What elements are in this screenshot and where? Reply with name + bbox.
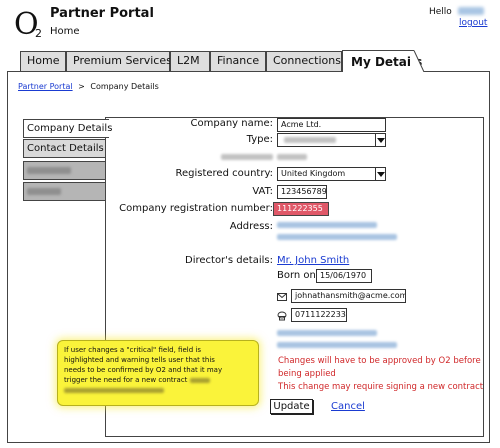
- chevron-down-icon: [375, 168, 385, 180]
- breadcrumb-separator: >: [78, 82, 85, 91]
- logo-subscript: 2: [35, 27, 42, 40]
- breadcrumb-current: Company Details: [90, 82, 159, 91]
- vat-input[interactable]: 123456789: [277, 185, 327, 199]
- phone-input[interactable]: 0711122233: [291, 308, 347, 322]
- cancel-link[interactable]: Cancel: [331, 401, 365, 412]
- breadcrumb-root-link[interactable]: Partner Portal: [18, 82, 73, 91]
- approval-warning: Changes will have to be approved by O2 b…: [278, 355, 483, 394]
- tab-l2m[interactable]: L2M: [170, 51, 210, 71]
- phone-icon: [277, 311, 287, 321]
- address-line-2-redacted: [277, 234, 397, 240]
- approval-warning-line-1: Changes will have to be approved by O2 b…: [278, 356, 481, 366]
- active-tab-slant: [411, 50, 425, 72]
- contract-warning: This change may require signing a new co…: [278, 382, 484, 392]
- annotation-line-4: trigger the need for a new contract: [64, 375, 252, 385]
- directors-details-label: Director's details:: [185, 255, 273, 266]
- approval-warning-line-2: being applied: [278, 369, 336, 379]
- born-on-label: Born on: [277, 270, 316, 281]
- annotation-line-1: If user changes a "critical" field, fiel…: [64, 346, 201, 354]
- company-registration-input[interactable]: 111222355: [273, 202, 329, 216]
- annotation-line-3: needs to be confirmed by O2 and that it …: [64, 366, 223, 374]
- annotation-sticky-note: If user changes a "critical" field, fiel…: [57, 340, 259, 406]
- registered-country-value: United Kingdom: [281, 169, 346, 178]
- company-name-input[interactable]: Acme Ltd.: [277, 118, 386, 132]
- type-select[interactable]: [277, 133, 386, 147]
- vat-label: VAT:: [252, 186, 273, 197]
- portal-title: Partner Portal: [50, 6, 154, 21]
- registered-country-select[interactable]: United Kingdom: [277, 167, 386, 181]
- redacted-value: [277, 154, 307, 160]
- username-redacted: [458, 7, 484, 15]
- annotation-line-2: highlighted and warning tells user that …: [64, 356, 215, 364]
- annotation-redacted-line: [64, 387, 164, 393]
- sidebar-item-contact-details[interactable]: Contact Details: [23, 139, 106, 158]
- address-label: Address:: [229, 221, 273, 232]
- born-on-input[interactable]: 15/06/1970: [316, 269, 372, 283]
- redacted-label: [221, 154, 273, 160]
- tab-connections[interactable]: Connections: [266, 51, 342, 71]
- sidebar-item-company-details[interactable]: Company Details: [23, 119, 112, 138]
- annotation-line-5: [64, 385, 252, 395]
- company-name-label: Company name:: [190, 118, 273, 129]
- company-registration-label: Company registration number:: [119, 203, 273, 214]
- sidebar-item-redacted-1[interactable]: [23, 161, 106, 180]
- director-name-link[interactable]: Mr. John Smith: [277, 255, 349, 266]
- page-label: Home: [50, 26, 80, 37]
- address-line-1-redacted: [277, 222, 377, 228]
- email-input[interactable]: johnathansmith@acme.com: [291, 289, 406, 303]
- sidebar-item-redacted-2[interactable]: [23, 182, 106, 201]
- breadcrumb: Partner Portal > Company Details: [18, 82, 159, 91]
- director-address-line-2-redacted: [277, 342, 397, 348]
- annotation-line-4-text: trigger the need for a new contract: [64, 376, 188, 384]
- greeting: Hello: [429, 7, 452, 17]
- tab-finance[interactable]: Finance: [210, 51, 266, 71]
- director-address-line-1-redacted: [277, 330, 377, 336]
- tab-premium-services[interactable]: Premium Services: [66, 51, 172, 71]
- logout-link[interactable]: logout: [459, 18, 487, 28]
- tab-my-details[interactable]: My Details: [342, 50, 422, 72]
- type-value-redacted: [284, 137, 336, 143]
- o2-logo: O 2: [14, 10, 48, 41]
- annotation-redacted-text: [189, 377, 210, 383]
- email-icon: [277, 293, 287, 301]
- tab-home[interactable]: Home: [20, 51, 66, 71]
- registered-country-label: Registered country:: [175, 168, 273, 179]
- update-button[interactable]: Update: [270, 399, 313, 414]
- chevron-down-icon: [375, 134, 385, 146]
- type-label: Type:: [246, 134, 273, 145]
